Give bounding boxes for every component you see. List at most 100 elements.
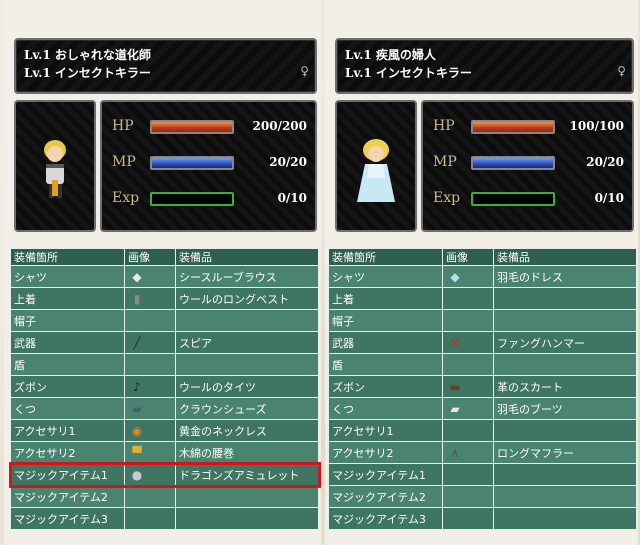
equipment-item (493, 419, 637, 442)
exp-bar (471, 192, 555, 206)
mp-value: 20/20 (269, 155, 307, 169)
equipment-row[interactable]: 帽子 (328, 309, 637, 332)
stats-box: HP 100/100 MP 20/20 Exp 0/10 (421, 100, 634, 232)
equipment-slot: ズボン (328, 375, 443, 398)
equipment-row[interactable]: 上着 ▮ ウールのロングベスト (10, 287, 319, 310)
equipment-row[interactable]: アクセサリ2 ▀ 木綿の腰巻 (10, 441, 319, 464)
equipment-slot: くつ (10, 397, 125, 420)
equipment-row[interactable]: 盾 (328, 353, 637, 376)
character-portrait (14, 100, 96, 232)
equipment-slot: 帽子 (10, 309, 125, 332)
equipment-image: ◆ (442, 265, 494, 288)
equipment-item (175, 507, 319, 530)
equipment-row[interactable]: ズボン ▬ 革のスカート (328, 375, 637, 398)
equipment-image: ▀ (124, 441, 176, 464)
character-panel-1: Lv.1 おしゃれな道化師 Lv.1 インセクトキラー ♀ HP 200/200… (4, 0, 321, 545)
equipment-row[interactable]: アクセサリ1 (328, 419, 637, 442)
equipment-slot: 盾 (10, 353, 125, 376)
equipment-row[interactable]: マジックアイテム2 (328, 485, 637, 508)
equipment-slot: アクセサリ2 (328, 441, 443, 464)
equipment-row[interactable]: 武器 ⚒ ファングハンマー (328, 331, 637, 354)
hp-value: 100/100 (569, 119, 624, 133)
exp-bar (150, 192, 234, 206)
mp-bar (150, 156, 234, 170)
equipment-row[interactable]: くつ ▰ 羽毛のブーツ (328, 397, 637, 420)
exp-row: Exp 0/10 (102, 188, 315, 212)
mp-label: MP (112, 154, 136, 170)
character-name: Lv.1 おしゃれな道化師 (24, 48, 151, 62)
equipment-row[interactable]: くつ ▰ クラウンシューズ (10, 397, 319, 420)
exp-value: 0/10 (594, 191, 624, 205)
equipment-row[interactable]: ズボン ♪ ウールのタイツ (10, 375, 319, 398)
clown-avatar (44, 140, 66, 198)
equipment-row[interactable]: マジックアイテム1 (328, 463, 637, 486)
equipment-slot: マジックアイテム1 (328, 463, 443, 486)
exp-row: Exp 0/10 (423, 188, 632, 212)
character-panel-2: Lv.1 疾風の婦人 Lv.1 インセクトキラー ♀ HP 100/100 MP… (325, 0, 638, 545)
equipment-item (175, 353, 319, 376)
name-box: Lv.1 おしゃれな道化師 Lv.1 インセクトキラー ♀ (14, 38, 317, 94)
hammer-icon: ⚒ (449, 335, 461, 350)
header-slot: 装備箇所 (328, 248, 443, 266)
equipment-image: ▰ (442, 397, 494, 420)
equipment-row[interactable]: 帽子 (10, 309, 319, 332)
equipment-row[interactable]: アクセサリ1 ◉ 黄金のネックレス (10, 419, 319, 442)
equipment-item (493, 287, 637, 310)
header-item: 装備品 (493, 248, 637, 266)
equipment-item: 黄金のネックレス (175, 419, 319, 442)
equipment-item: スピア (175, 331, 319, 354)
equipment-slot: 盾 (328, 353, 443, 376)
equipment-image (442, 419, 494, 442)
equipment-row[interactable]: 上着 (328, 287, 637, 310)
equipment-row-highlighted[interactable]: マジックアイテム1 ● ドラゴンズアミュレット (8, 461, 321, 488)
equipment-image (442, 463, 494, 486)
equipment-row[interactable]: マジックアイテム3 (10, 507, 319, 530)
hp-row: HP 100/100 (423, 116, 632, 140)
equipment-row[interactable]: マジックアイテム3 (328, 507, 637, 530)
equipment-slot: マジックアイテム3 (10, 507, 125, 530)
character-name: Lv.1 疾風の婦人 (345, 48, 436, 62)
hp-label: HP (112, 118, 134, 134)
dress-icon: ◆ (450, 269, 460, 284)
equipment-row[interactable]: シャツ ◆ 羽毛のドレス (328, 265, 637, 288)
equipment-slot: マジックアイテム2 (10, 485, 125, 508)
equipment-item (493, 353, 637, 376)
equipment-slot: マジックアイテム1 (10, 463, 125, 486)
equipment-image: ╱ (124, 331, 176, 354)
equipment-image: ● (124, 463, 176, 486)
equipment-row[interactable]: アクセサリ2 ∧ ロングマフラー (328, 441, 637, 464)
equipment-item (493, 309, 637, 332)
exp-value: 0/10 (277, 191, 307, 205)
equipment-image (124, 353, 176, 376)
equipment-slot: アクセサリ2 (10, 441, 125, 464)
equipment-item: 羽毛のブーツ (493, 397, 637, 420)
equipment-image (124, 485, 176, 508)
equipment-image: ♪ (124, 375, 176, 398)
shirt-icon: ◆ (132, 269, 142, 284)
equipment-slot: ズボン (10, 375, 125, 398)
equipment-row[interactable]: シャツ ◆ シースルーブラウス (10, 265, 319, 288)
equipment-item: ロングマフラー (493, 441, 637, 464)
equipment-slot: 上着 (328, 287, 443, 310)
equipment-slot: シャツ (10, 265, 125, 288)
equipment-image: ▮ (124, 287, 176, 310)
exp-label: Exp (433, 190, 461, 206)
equipment-item: ファングハンマー (493, 331, 637, 354)
header-item: 装備品 (175, 248, 319, 266)
equipment-row[interactable]: マジックアイテム2 (10, 485, 319, 508)
equipment-item (493, 485, 637, 508)
equipment-slot: アクセサリ1 (328, 419, 443, 442)
tights-icon: ♪ (133, 379, 141, 394)
equipment-item: ウールのロングベスト (175, 287, 319, 310)
equipment-image (124, 507, 176, 530)
mp-row: MP 20/20 (102, 152, 315, 176)
equipment-item: シースルーブラウス (175, 265, 319, 288)
equipment-row[interactable]: 盾 (10, 353, 319, 376)
mp-value: 20/20 (586, 155, 624, 169)
equipment-image: ⚒ (442, 331, 494, 354)
header-image: 画像 (124, 248, 176, 266)
equipment-row[interactable]: 武器 ╱ スピア (10, 331, 319, 354)
hp-label: HP (433, 118, 455, 134)
spear-icon: ╱ (133, 335, 141, 350)
equipment-image (442, 309, 494, 332)
